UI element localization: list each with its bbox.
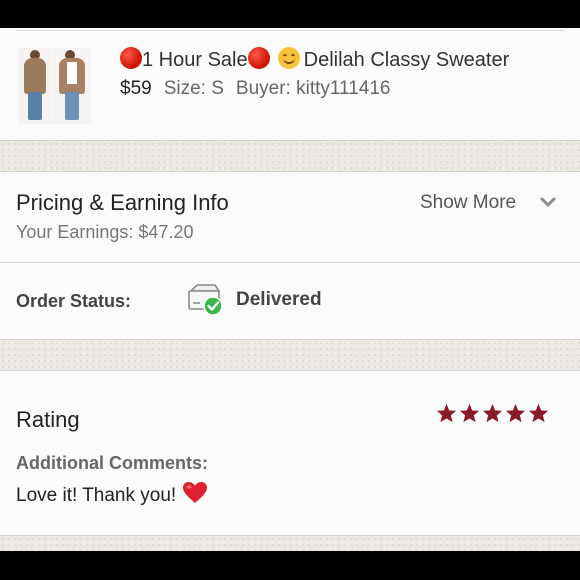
comments-text: Love it! Thank you! [16,481,208,507]
order-details-screen: 1 Hour Sale Delilah Classy Sweater $59 Siz… [0,28,580,551]
bottom-black-bar [0,551,580,580]
item-price: $59 [120,78,152,99]
order-status-value: Delivered [236,289,322,310]
delivered-box-icon [188,284,223,316]
order-status-card: Order Status: Delivered [0,263,580,339]
comments-label: Additional Comments: [16,453,208,473]
pricing-card: Pricing & Earning Info Your Earnings: $4… [0,172,580,262]
rating-card: Rating Additional Comments: Love it! Tha… [0,371,580,535]
section-separator [0,340,580,371]
smiling-face-emoji-icon [277,47,300,69]
order-status-label: Order Status: [16,291,132,311]
item-buyer: Buyer: kitty111416 [235,78,391,99]
red-heart-emoji-icon [183,482,208,503]
star-icon [528,403,549,423]
item-thumbnail-2[interactable] [53,48,91,124]
red-circle-emoji-icon [120,47,142,69]
section-separator [0,536,580,551]
rating-stars [436,403,549,423]
star-icon [436,403,457,423]
section-separator [0,141,580,172]
comments-body: Love it! Thank you! [16,485,177,506]
chevron-down-icon[interactable] [540,194,556,210]
earnings-value: Your Earnings: $47.20 [16,222,194,242]
item-title-suffix: Delilah Classy Sweater [303,49,510,71]
show-more-button[interactable]: Show More [420,192,516,214]
item-title-prefix: 1 Hour Sale [142,49,248,71]
item-card-top-divider [16,30,564,31]
star-icon [459,403,480,423]
item-meta: $59 Size: S Buyer: kitty111416 [120,76,402,102]
rating-title: Rating [16,407,80,432]
star-icon [505,403,526,423]
star-icon [482,403,503,423]
item-size: Size: S [163,78,224,99]
pricing-title: Pricing & Earning Info [16,190,229,215]
red-circle-emoji-icon [247,47,270,69]
item-thumbnail-1[interactable] [18,48,52,124]
item-card[interactable]: 1 Hour Sale Delilah Classy Sweater $59 Siz… [0,28,580,140]
item-title[interactable]: 1 Hour Sale Delilah Classy Sweater [120,46,509,74]
top-black-bar [0,0,580,28]
